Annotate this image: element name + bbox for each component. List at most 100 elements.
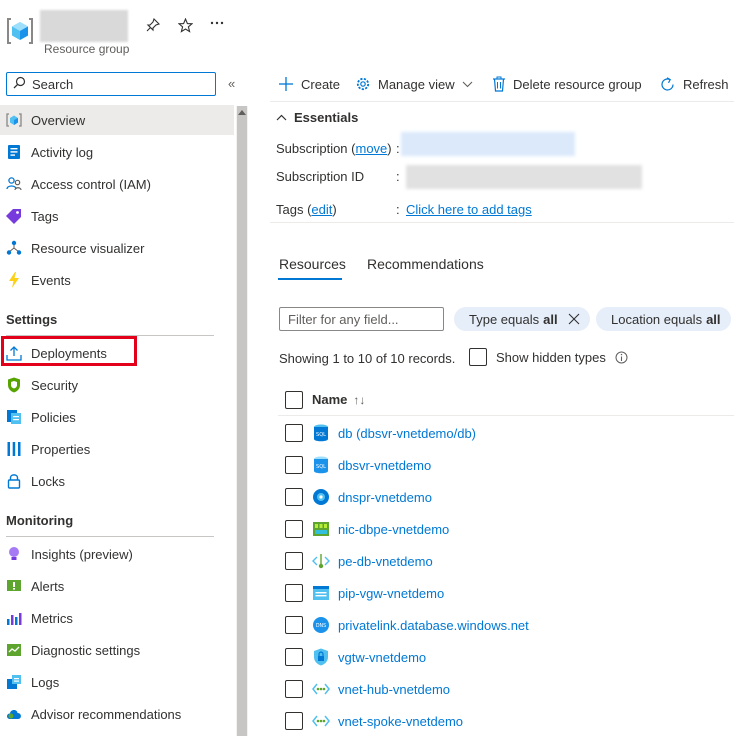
sidebar-item-metrics[interactable]: Metrics bbox=[0, 603, 234, 633]
row-checkbox[interactable] bbox=[285, 552, 303, 570]
resource-link[interactable]: nic-dbpe-vnetdemo bbox=[338, 522, 449, 537]
policy-icon bbox=[6, 409, 22, 425]
section-divider bbox=[6, 536, 214, 537]
tab-resources[interactable]: Resources bbox=[279, 256, 346, 272]
sidebar-item-tags[interactable]: Tags bbox=[0, 201, 234, 231]
show-hidden-types-toggle[interactable]: Show hidden types bbox=[469, 348, 628, 366]
chevron-down-icon bbox=[462, 81, 472, 87]
resource-link[interactable]: vnet-spoke-vnetdemo bbox=[338, 714, 463, 729]
type-filter-pill[interactable]: Type equals all bbox=[454, 307, 590, 331]
vpn-gateway-icon bbox=[312, 648, 330, 666]
filter-input[interactable] bbox=[279, 307, 444, 331]
resource-group-icon bbox=[6, 112, 22, 128]
move-subscription-link[interactable]: move bbox=[355, 141, 387, 156]
table-row[interactable]: SQL db (dbsvr-vnetdemo/db) bbox=[278, 417, 734, 449]
sidebar-item-label: Access control (IAM) bbox=[31, 176, 151, 192]
resource-link[interactable]: pip-vgw-vnetdemo bbox=[338, 586, 444, 601]
search-input[interactable] bbox=[32, 76, 202, 92]
plus-icon bbox=[279, 77, 293, 91]
sidebar-item-advisor-recommendations[interactable]: Advisor recommendations bbox=[0, 699, 234, 729]
table-row[interactable]: vnet-hub-vnetdemo bbox=[278, 673, 734, 705]
table-row[interactable]: pe-db-vnetdemo bbox=[278, 545, 734, 577]
table-row[interactable]: SQL dbsvr-vnetdemo bbox=[278, 449, 734, 481]
sidebar-item-properties[interactable]: Properties bbox=[0, 434, 234, 464]
essentials-toggle[interactable]: Essentials bbox=[276, 110, 358, 125]
sidebar-item-label: Overview bbox=[31, 112, 86, 128]
sidebar-item-policies[interactable]: Policies bbox=[0, 402, 234, 432]
info-icon[interactable] bbox=[615, 351, 628, 364]
sidebar-item-activity-log[interactable]: Activity log bbox=[0, 137, 234, 167]
lock-icon bbox=[6, 473, 22, 489]
add-tags-link[interactable]: Click here to add tags bbox=[406, 202, 532, 217]
gear-icon bbox=[356, 77, 370, 91]
search-icon bbox=[13, 76, 26, 92]
pin-icon[interactable] bbox=[142, 14, 164, 36]
section-heading-settings: Settings bbox=[6, 312, 58, 327]
collapse-sidebar-button[interactable]: « bbox=[228, 76, 235, 91]
table-row[interactable]: dnspr-vnetdemo bbox=[278, 481, 734, 513]
sidebar-item-locks[interactable]: Locks bbox=[0, 466, 234, 496]
sidebar-item-security[interactable]: Security bbox=[0, 370, 234, 400]
row-checkbox[interactable] bbox=[285, 584, 303, 602]
row-checkbox[interactable] bbox=[285, 520, 303, 538]
row-checkbox[interactable] bbox=[285, 424, 303, 442]
alert-icon bbox=[6, 578, 22, 594]
create-button[interactable]: Create bbox=[278, 72, 340, 96]
scroll-up-arrow-icon[interactable] bbox=[238, 110, 246, 115]
sort-icon[interactable]: ↑↓ bbox=[353, 393, 365, 407]
sidebar-item-overview[interactable]: Overview bbox=[0, 105, 234, 135]
row-checkbox[interactable] bbox=[285, 456, 303, 474]
more-icon[interactable] bbox=[206, 12, 228, 34]
sidebar-item-alerts[interactable]: Alerts bbox=[0, 571, 234, 601]
delete-resource-group-button[interactable]: Delete resource group bbox=[492, 72, 642, 96]
resource-link[interactable]: db (dbsvr-vnetdemo/db) bbox=[338, 426, 476, 441]
manage-view-button[interactable]: Manage view bbox=[355, 72, 473, 96]
scrollbar-thumb[interactable] bbox=[237, 106, 247, 736]
sidebar-item-label: Alerts bbox=[31, 578, 65, 594]
column-header-name[interactable]: Name bbox=[312, 392, 347, 407]
resource-link[interactable]: pe-db-vnetdemo bbox=[338, 554, 433, 569]
table-row[interactable]: DNS privatelink.database.windows.net bbox=[278, 609, 734, 641]
row-checkbox[interactable] bbox=[285, 680, 303, 698]
table-row[interactable]: vnet-spoke-vnetdemo bbox=[278, 705, 734, 736]
show-hidden-checkbox[interactable] bbox=[469, 348, 487, 366]
blade-header: Resource group bbox=[0, 0, 734, 64]
grid-header-row: Name ↑↓ bbox=[278, 384, 734, 416]
row-checkbox[interactable] bbox=[285, 488, 303, 506]
row-checkbox[interactable] bbox=[285, 616, 303, 634]
sidebar-item-diagnostic-settings[interactable]: Diagnostic settings bbox=[0, 635, 234, 665]
section-heading-monitoring: Monitoring bbox=[6, 513, 74, 528]
sidebar-item-label: Metrics bbox=[31, 610, 73, 626]
select-all-checkbox[interactable] bbox=[285, 390, 303, 409]
sidebar-item-access-control[interactable]: Access control (IAM) bbox=[0, 169, 234, 199]
sidebar-item-label: Security bbox=[31, 377, 78, 393]
location-filter-pill[interactable]: Location equals all bbox=[596, 307, 731, 331]
table-row[interactable]: pip-vgw-vnetdemo bbox=[278, 577, 734, 609]
sidebar-item-insights[interactable]: Insights (preview) bbox=[0, 539, 234, 569]
close-icon[interactable] bbox=[568, 313, 580, 325]
resource-link[interactable]: dnspr-vnetdemo bbox=[338, 490, 432, 505]
sidebar-item-label: Resource visualizer bbox=[31, 240, 145, 256]
records-count: Showing 1 to 10 of 10 records. bbox=[279, 351, 456, 366]
sidebar-item-logs[interactable]: Logs bbox=[0, 667, 234, 697]
resource-link[interactable]: vgtw-vnetdemo bbox=[338, 650, 426, 665]
resource-link[interactable]: privatelink.database.windows.net bbox=[338, 618, 529, 633]
table-row[interactable]: vgtw-vnetdemo bbox=[278, 641, 734, 673]
shield-icon bbox=[6, 377, 22, 393]
table-row[interactable]: nic-dbpe-vnetdemo bbox=[278, 513, 734, 545]
subscription-value-redacted[interactable] bbox=[401, 132, 575, 156]
row-checkbox[interactable] bbox=[285, 712, 303, 730]
sidebar-item-events[interactable]: Events bbox=[0, 265, 234, 295]
resource-link[interactable]: dbsvr-vnetdemo bbox=[338, 458, 431, 473]
resource-group-name-redacted bbox=[40, 10, 128, 42]
refresh-button[interactable]: Refresh bbox=[659, 72, 729, 96]
resource-link[interactable]: vnet-hub-vnetdemo bbox=[338, 682, 450, 697]
sidebar-scrollbar[interactable] bbox=[236, 106, 248, 736]
row-checkbox[interactable] bbox=[285, 648, 303, 666]
sidebar-search[interactable] bbox=[6, 72, 216, 96]
tab-recommendations[interactable]: Recommendations bbox=[367, 256, 484, 272]
sidebar-item-resource-visualizer[interactable]: Resource visualizer bbox=[0, 233, 234, 263]
edit-tags-link[interactable]: edit bbox=[311, 202, 332, 217]
tags-label: Tags (edit) bbox=[276, 202, 337, 217]
star-icon[interactable] bbox=[174, 14, 196, 36]
